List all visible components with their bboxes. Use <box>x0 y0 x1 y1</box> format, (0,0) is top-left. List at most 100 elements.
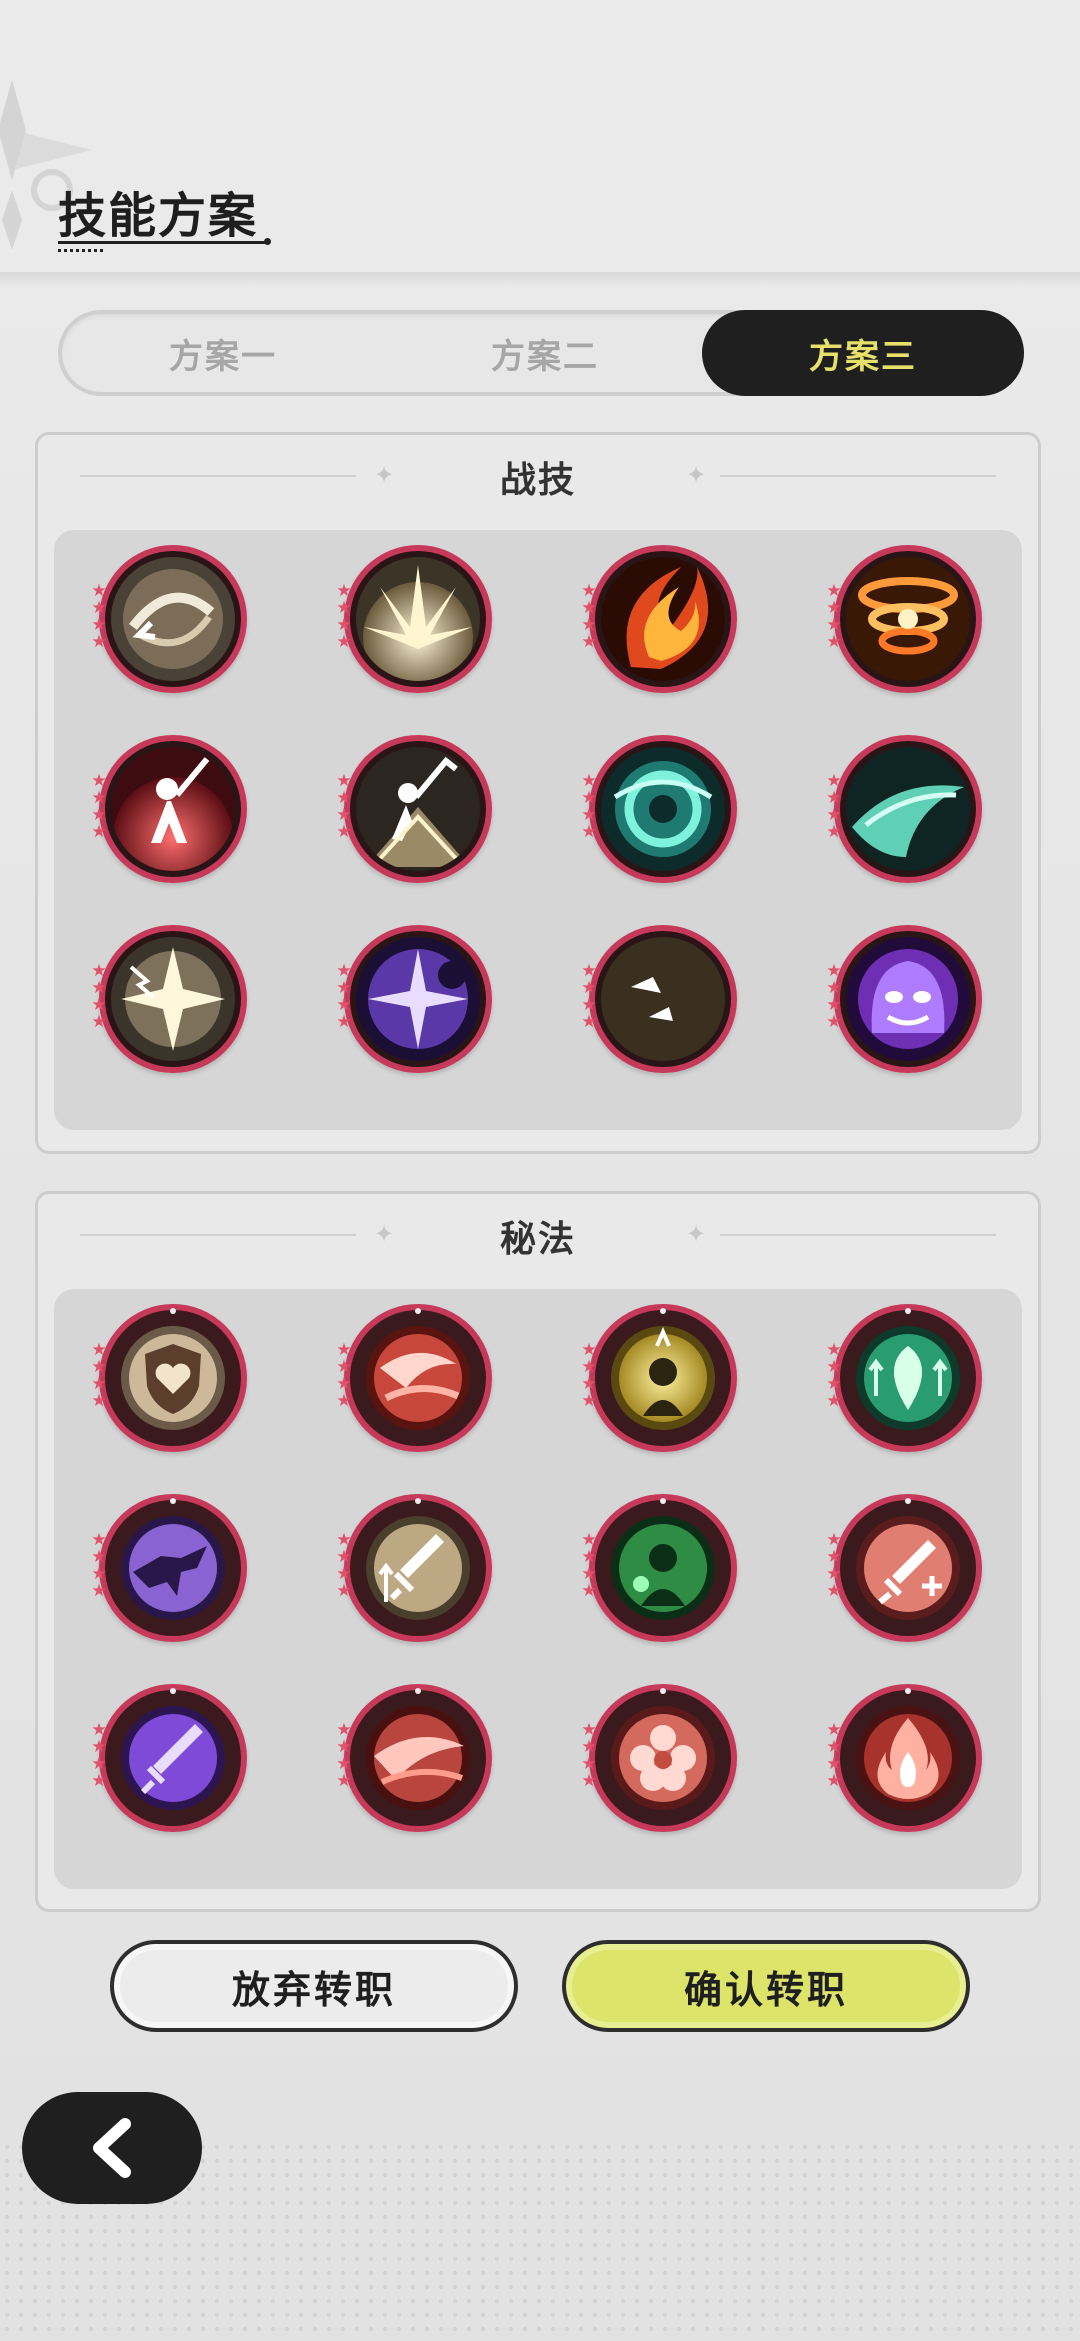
title-underline <box>58 241 268 244</box>
combat-skill-11[interactable]: ★ ★ ★ ★ <box>581 925 737 1073</box>
arcane-skills-grid: ★ ★ ★ ★ ★ ★ ★ ★ ★ ★ ★ ★ ★ ★ ★ ★ ★ ★ ★ ★ ★ ★ ★ ★ ★ ★ ★ ★ ★ ★ ★ ★ ★ ★ ★ ★ ★ ★ ★ ★… <box>54 1289 1022 1889</box>
star-icon: ★ <box>336 771 352 791</box>
combat-skill-4[interactable]: ★ ★ ★ ★ <box>826 545 982 693</box>
star-icon: ★ <box>581 1720 597 1740</box>
arcane-skill-3[interactable]: ★ ★ ★ ★ <box>581 1304 737 1452</box>
star-icon: ★ <box>336 598 352 618</box>
skill-rank-stars: ★ ★ ★ ★ <box>334 1720 356 1791</box>
sparkle-icon: ✦ <box>686 1220 707 1248</box>
star-icon: ★ <box>826 978 842 998</box>
arcane-skill-9[interactable]: ★ ★ ★ ★ <box>91 1684 247 1832</box>
star-icon: ★ <box>336 615 352 635</box>
star-icon: ★ <box>336 805 352 825</box>
fire-vortex-icon <box>846 557 970 681</box>
star-icon: ★ <box>581 978 597 998</box>
star-icon: ★ <box>581 1564 597 1584</box>
divider-line <box>720 1234 996 1236</box>
back-button[interactable] <box>22 2092 202 2204</box>
arcane-skill-11[interactable]: ★ ★ ★ ★ <box>581 1684 737 1832</box>
combat-skill-12[interactable]: ★ ★ ★ ★ <box>826 925 982 1073</box>
combat-skill-7[interactable]: ★ ★ ★ ★ <box>581 735 737 883</box>
star-icon: ★ <box>91 1374 107 1394</box>
star-icon: ★ <box>826 1357 842 1377</box>
star-icon: ★ <box>336 788 352 808</box>
star-icon: ★ <box>581 805 597 825</box>
arcane-skills-panel: ✦ 秘法 ✦ ★ ★ ★ ★ ★ ★ ★ ★ ★ ★ ★ ★ ★ ★ ★ ★ ★ ★ ★ ★ ★ ★ ★ ★ ★ ★ ★ ★ ★ ★ ★ ★ ★… <box>35 1191 1041 1912</box>
combat-skill-6[interactable]: ★ ★ ★ ★ <box>336 735 492 883</box>
green-figure-icon <box>611 1516 715 1620</box>
tab-plan-2[interactable]: 方案二 <box>384 310 706 396</box>
star-icon: ★ <box>91 788 107 808</box>
arcane-skill-5[interactable]: ★ ★ ★ ★ <box>91 1494 247 1642</box>
skill-rank-stars: ★ ★ ★ ★ <box>824 963 846 1031</box>
star-icon: ★ <box>336 1564 352 1584</box>
tab-plan-3[interactable]: 方案三 <box>702 310 1024 396</box>
shadow-star-icon <box>356 937 480 1061</box>
arcane-skill-1[interactable]: ★ ★ ★ ★ <box>91 1304 247 1452</box>
star-icon: ★ <box>826 805 842 825</box>
star-icon: ★ <box>826 598 842 618</box>
star-icon: ★ <box>336 1720 352 1740</box>
star-icon: ★ <box>581 581 597 601</box>
star-icon: ★ <box>91 632 107 652</box>
combat-skill-10[interactable]: ★ ★ ★ ★ <box>336 925 492 1073</box>
star-icon: ★ <box>91 1357 107 1377</box>
star-icon: ★ <box>826 1581 842 1601</box>
fire-slash-icon <box>601 557 725 681</box>
star-icon: ★ <box>581 1391 597 1411</box>
star-icon: ★ <box>826 581 842 601</box>
star-icon: ★ <box>336 1012 352 1032</box>
sword-cross-icon <box>856 1516 960 1620</box>
sword-raise-icon <box>111 747 235 871</box>
tab-plan-1[interactable]: 方案一 <box>62 310 384 396</box>
combat-skills-panel: ✦ 战技 ✦ ★ ★ ★ ★ ★ ★ ★ ★ ★ ★ ★ ★ ★ ★ ★ ★ ★ ★ ★ ★ ★ ★ ★ ★ ★ ★ ★ ★ ★ ★ ★ ★ ★… <box>35 432 1041 1154</box>
star-icon: ★ <box>826 1754 842 1774</box>
star-icon: ★ <box>91 978 107 998</box>
star-icon: ★ <box>91 1564 107 1584</box>
arcane-skill-6[interactable]: ★ ★ ★ ★ <box>336 1494 492 1642</box>
combat-skill-2[interactable]: ★ ★ ★ ★ <box>336 545 492 693</box>
star-icon: ★ <box>581 1581 597 1601</box>
star-icon: ★ <box>91 1754 107 1774</box>
star-icon: ★ <box>91 581 107 601</box>
arcane-skill-2[interactable]: ★ ★ ★ ★ <box>336 1304 492 1452</box>
skill-rank-stars: ★ ★ ★ ★ <box>89 1342 111 1410</box>
combat-skill-3[interactable]: ★ ★ ★ ★ <box>581 545 737 693</box>
frame-marker <box>415 1498 421 1504</box>
page-title: 技能方案 <box>58 188 259 244</box>
arcane-skill-8[interactable]: ★ ★ ★ ★ <box>826 1494 982 1642</box>
star-icon: ★ <box>826 771 842 791</box>
combat-skill-8[interactable]: ★ ★ ★ ★ <box>826 735 982 883</box>
star-icon: ★ <box>336 1357 352 1377</box>
combat-skill-9[interactable]: ★ ★ ★ ★ <box>91 925 247 1073</box>
ghost-spirit-icon <box>846 937 970 1061</box>
skill-rank-stars: ★ ★ ★ ★ <box>579 1342 601 1411</box>
star-icon: ★ <box>826 1720 842 1740</box>
confirm-class-change-button[interactable]: 确认转职 <box>562 1940 970 2032</box>
star-icon: ★ <box>336 1771 352 1791</box>
star-icon: ★ <box>581 961 597 981</box>
leaf-arrows-icon <box>856 1326 960 1430</box>
star-icon: ★ <box>336 1530 352 1550</box>
abandon-class-change-button[interactable]: 放弃转职 <box>110 1940 518 2032</box>
arcane-skill-4[interactable]: ★ ★ ★ ★ <box>826 1304 982 1452</box>
frame-marker <box>660 1688 666 1694</box>
arcane-skill-10[interactable]: ★ ★ ★ ★ <box>336 1684 492 1832</box>
skill-rank-stars: ★ ★ ★ ★ <box>824 771 846 841</box>
star-icon: ★ <box>581 1357 597 1377</box>
skill-rank-stars: ★ ★ ★ ★ <box>89 1532 111 1600</box>
star-icon: ★ <box>581 788 597 808</box>
arcane-skill-7[interactable]: ★ ★ ★ ★ <box>581 1494 737 1642</box>
combat-skill-1[interactable]: ★ ★ ★ ★ <box>91 545 247 693</box>
arcane-skill-12[interactable]: ★ ★ ★ ★ <box>826 1684 982 1832</box>
skill-rank-stars: ★ ★ ★ ★ <box>579 961 601 1031</box>
star-icon: ★ <box>581 1530 597 1550</box>
star-icon: ★ <box>91 805 107 825</box>
combat-skill-5[interactable]: ★ ★ ★ ★ <box>91 735 247 883</box>
star-icon: ★ <box>91 771 107 791</box>
star-icon: ★ <box>91 1012 107 1032</box>
frame-marker <box>415 1688 421 1694</box>
lightning-star-icon <box>111 937 235 1061</box>
star-icon: ★ <box>336 632 352 652</box>
star-icon: ★ <box>336 1547 352 1567</box>
